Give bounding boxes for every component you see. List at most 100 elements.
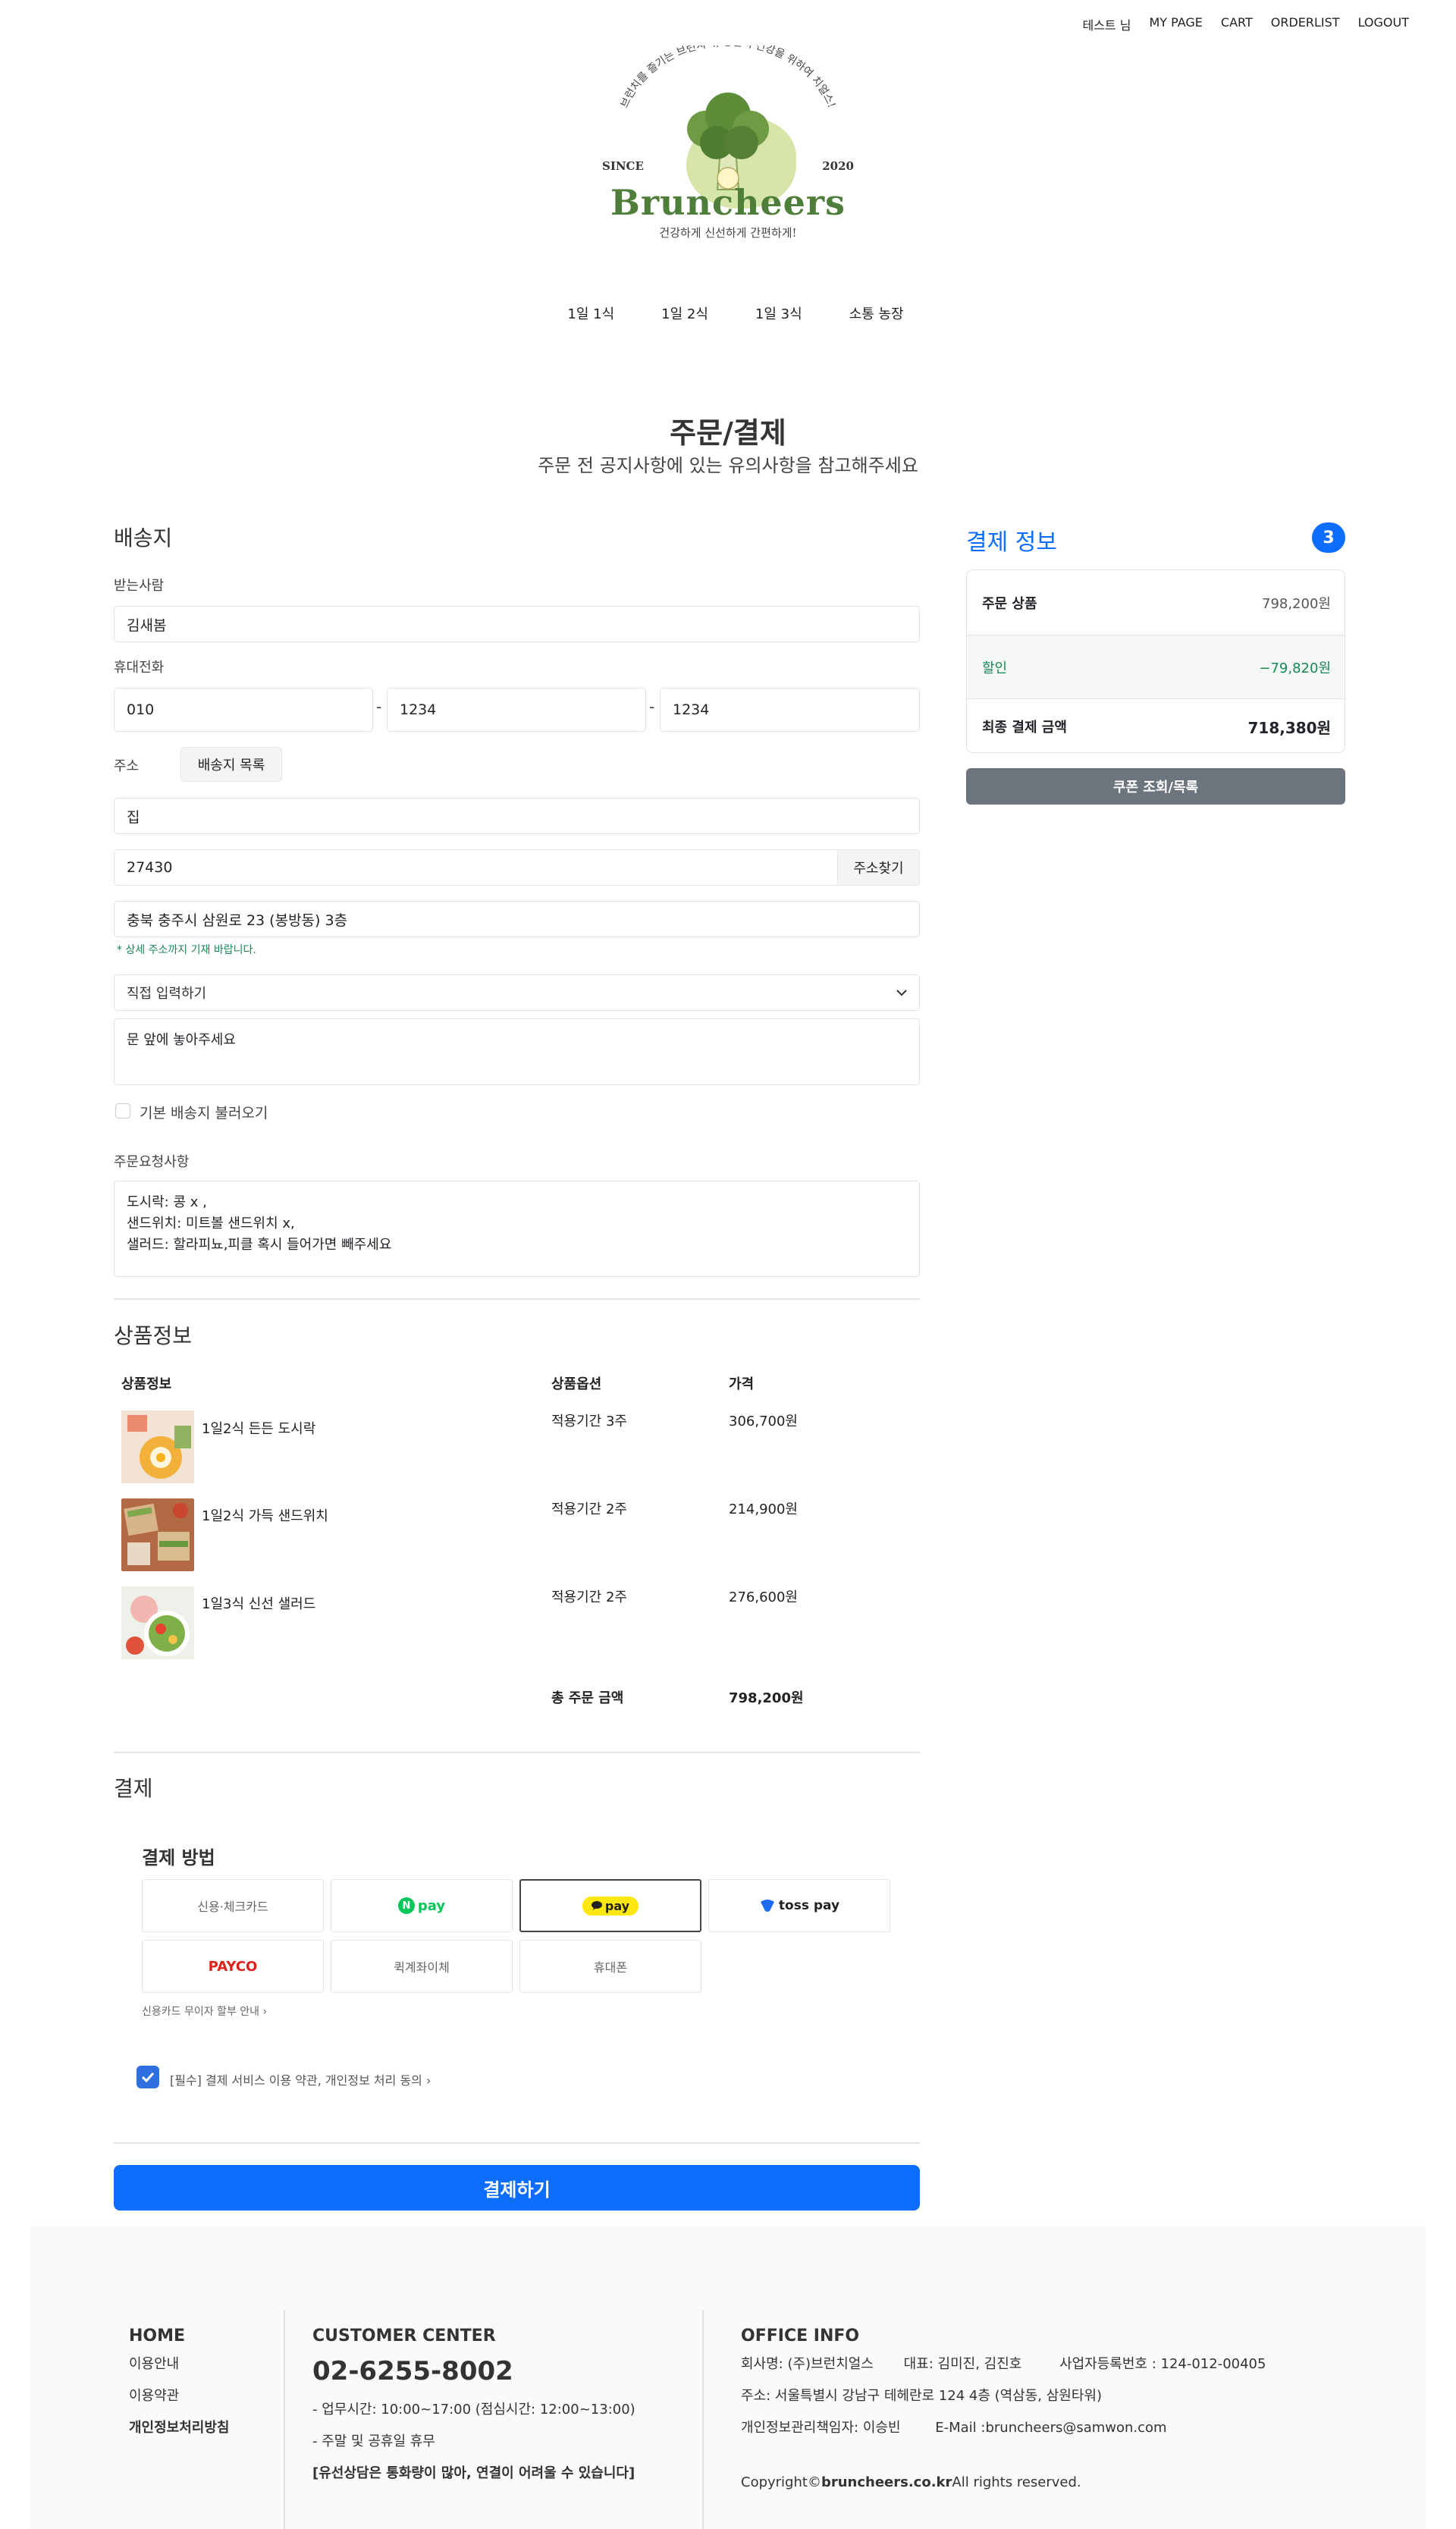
product-price: 276,600원 xyxy=(729,1589,798,1605)
find-address-button[interactable]: 주소찾기 xyxy=(837,849,920,886)
product-name[interactable]: 1일2식 든든 도시락 xyxy=(202,1418,315,1438)
logo-year: 2020 xyxy=(822,159,854,173)
products-title: 상품정보 xyxy=(114,1323,193,1348)
user-greeting[interactable]: 테스트 님 xyxy=(1082,15,1131,33)
product-option: 적용기간 2주 xyxy=(551,1501,627,1517)
product-image-lunchbox[interactable] xyxy=(121,1410,194,1483)
product-price: 306,700원 xyxy=(729,1414,798,1429)
logo-tagline: 건강하게 신선하게 간편하게! xyxy=(659,226,797,240)
top-nav: 테스트 님 MY PAGE CART ORDERLIST LOGOUT xyxy=(1082,15,1409,33)
total-order-label: 총 주문 금액 xyxy=(551,1690,624,1706)
default-address-label: 기본 배송지 불러오기 xyxy=(140,1105,268,1122)
pay-card-option[interactable]: 신용·체크카드 xyxy=(142,1879,324,1932)
page-title: 주문/결제 xyxy=(670,416,786,450)
logo-brand-name: Bruncheers xyxy=(610,182,846,223)
pay-payco-option[interactable]: PAYCO xyxy=(142,1940,324,1993)
phone-dash-2: - xyxy=(649,698,655,716)
address-name-input[interactable]: 집 xyxy=(114,798,920,834)
site-logo[interactable]: 브런치를 즐기는 브런치어, 당신의 건강을 위하여 치얼스! SINCE 20… xyxy=(592,45,864,258)
office-ceo: 대표: 김미진, 김진호 xyxy=(903,2356,1022,2372)
payment-title: 결제 xyxy=(114,1776,153,1801)
my-page-link[interactable]: MY PAGE xyxy=(1149,15,1202,33)
delivery-message-textarea[interactable]: 문 앞에 놓아주세요 xyxy=(114,1018,920,1085)
office-line-1: 회사명: (주)브런치얼스 대표: 김미진, 김진호 사업자등록번호 : 124… xyxy=(741,2349,1393,2380)
category-farm[interactable]: 소통 농장 xyxy=(849,303,904,323)
delivery-message-select[interactable]: 직접 입력하기 xyxy=(114,974,920,1011)
order-request-textarea[interactable]: 도시락: 콩 x , 샌드위치: 미트볼 샌드위치 x, 샐러드: 할라피뇨,피… xyxy=(114,1181,920,1277)
product-image-sandwich[interactable] xyxy=(121,1498,194,1571)
cart-count-badge: 3 xyxy=(1312,522,1345,553)
agree-checkbox[interactable] xyxy=(136,2066,159,2088)
category-2meals[interactable]: 1일 2식 xyxy=(661,303,708,323)
zipcode-input[interactable]: 27430 xyxy=(114,849,838,886)
summary-final-label: 최종 결제 금액 xyxy=(982,720,1067,736)
address-input[interactable]: 충북 충주시 삼원로 23 (봉방동) 3층 xyxy=(114,901,920,937)
broccoli-icon xyxy=(687,93,769,190)
summary-order-value: 798,200원 xyxy=(1262,595,1331,612)
pay-mobile-option[interactable]: 휴대폰 xyxy=(519,1940,701,1993)
phone-part3-input[interactable]: 1234 xyxy=(660,688,920,732)
phone-part1-input[interactable]: 010 xyxy=(114,688,373,732)
coupon-button[interactable]: 쿠폰 조회/목록 xyxy=(966,768,1345,805)
section-divider xyxy=(114,1752,920,1753)
products-header-info: 상품정보 xyxy=(121,1376,172,1392)
footer-home-link[interactable]: HOME xyxy=(129,2327,229,2345)
office-title: OFFICE INFO xyxy=(741,2327,860,2345)
recipient-label: 받는사람 xyxy=(114,578,165,594)
section-divider xyxy=(114,1298,920,1300)
summary-discount-label: 할인 xyxy=(982,660,1008,676)
installment-info-link[interactable]: 신용카드 무이자 할부 안내 › xyxy=(142,2003,267,2019)
cc-note: [유선상담은 통화량이 많아, 연결이 어려울 수 있습니다] xyxy=(312,2465,635,2481)
agree-terms-link[interactable]: [필수] 결제 서비스 이용 약관, 개인정보 처리 동의 › xyxy=(170,2070,431,2088)
summary-discount-value: −79,820원 xyxy=(1259,660,1331,676)
section-divider xyxy=(114,2142,920,2144)
footer-office-info: OFFICE INFO 회사명: (주)브런치얼스 대표: 김미진, 김진호 사… xyxy=(741,2327,1393,2499)
default-address-checkbox[interactable] xyxy=(115,1103,130,1119)
footer-divider xyxy=(702,2310,704,2529)
naverpay-label: pay xyxy=(417,1897,446,1914)
pay-bank-transfer-option[interactable]: 퀵계좌이체 xyxy=(331,1940,513,1993)
footer-customer-center: CUSTOMER CENTER 02-6255-8002 - 업무시간: 10:… xyxy=(312,2327,635,2490)
pay-naverpay-option[interactable]: N pay xyxy=(331,1879,513,1932)
summary-box: 주문 상품 798,200원 할인 −79,820원 최종 결제 금액 718,… xyxy=(966,569,1345,753)
category-3meals[interactable]: 1일 3식 xyxy=(755,303,802,323)
shipping-title: 배송지 xyxy=(114,526,173,551)
delivery-message-selected: 직접 입력하기 xyxy=(127,986,207,1002)
product-option: 적용기간 3주 xyxy=(551,1414,627,1429)
footer-terms-link[interactable]: 이용약관 xyxy=(129,2380,229,2412)
product-price: 214,900원 xyxy=(729,1501,798,1517)
total-order-amount: 798,200원 xyxy=(729,1690,804,1706)
product-name[interactable]: 1일2식 가득 샌드위치 xyxy=(202,1505,328,1525)
product-image-salad[interactable] xyxy=(121,1586,194,1659)
pay-kakaopay-option[interactable]: pay xyxy=(519,1879,701,1932)
recipient-input[interactable]: 김새봄 xyxy=(114,606,920,642)
office-company: 회사명: (주)브런치얼스 xyxy=(741,2356,874,2372)
summary-row-final: 최종 결제 금액 718,380원 xyxy=(967,699,1345,752)
summary-row-order: 주문 상품 798,200원 xyxy=(967,570,1345,635)
footer-divider xyxy=(284,2310,285,2529)
order-list-link[interactable]: ORDERLIST xyxy=(1271,15,1340,33)
phone-part2-input[interactable]: 1234 xyxy=(387,688,646,732)
pay-submit-button[interactable]: 결제하기 xyxy=(114,2165,920,2211)
cart-link[interactable]: CART xyxy=(1221,15,1253,33)
summary-order-label: 주문 상품 xyxy=(982,595,1037,612)
office-bizno: 사업자등록번호 : 124-012-00405 xyxy=(1059,2356,1266,2372)
summary-final-value: 718,380원 xyxy=(1247,718,1332,737)
cc-hours: - 업무시간: 10:00~17:00 (점심시간: 12:00~13:00) xyxy=(312,2402,635,2418)
product-name[interactable]: 1일3식 신선 샐러드 xyxy=(202,1593,315,1613)
phone-dash-1: - xyxy=(376,698,382,716)
speech-bubble-icon xyxy=(591,1901,602,1910)
payco-label: PAYCO xyxy=(208,1958,258,1975)
summary-title: 결제 정보 xyxy=(966,529,1057,556)
pay-tosspay-option[interactable]: toss pay xyxy=(708,1879,890,1932)
footer-guide-link[interactable]: 이용안내 xyxy=(129,2349,229,2380)
footer-privacy-link[interactable]: 개인정보처리방침 xyxy=(129,2412,229,2444)
logout-link[interactable]: LOGOUT xyxy=(1358,15,1409,33)
naverpay-icon: N xyxy=(397,1897,415,1914)
category-1meal[interactable]: 1일 1식 xyxy=(567,303,614,323)
kakaopay-label: pay xyxy=(604,1898,630,1913)
copyright-domain[interactable]: bruncheers.co.kr xyxy=(821,2474,952,2490)
address-label: 주소 xyxy=(114,758,140,774)
office-line-3: 개인정보관리책임자: 이승빈 E-Mail :bruncheers@samwon… xyxy=(741,2412,1393,2444)
address-list-button[interactable]: 배송지 목록 xyxy=(180,747,282,782)
